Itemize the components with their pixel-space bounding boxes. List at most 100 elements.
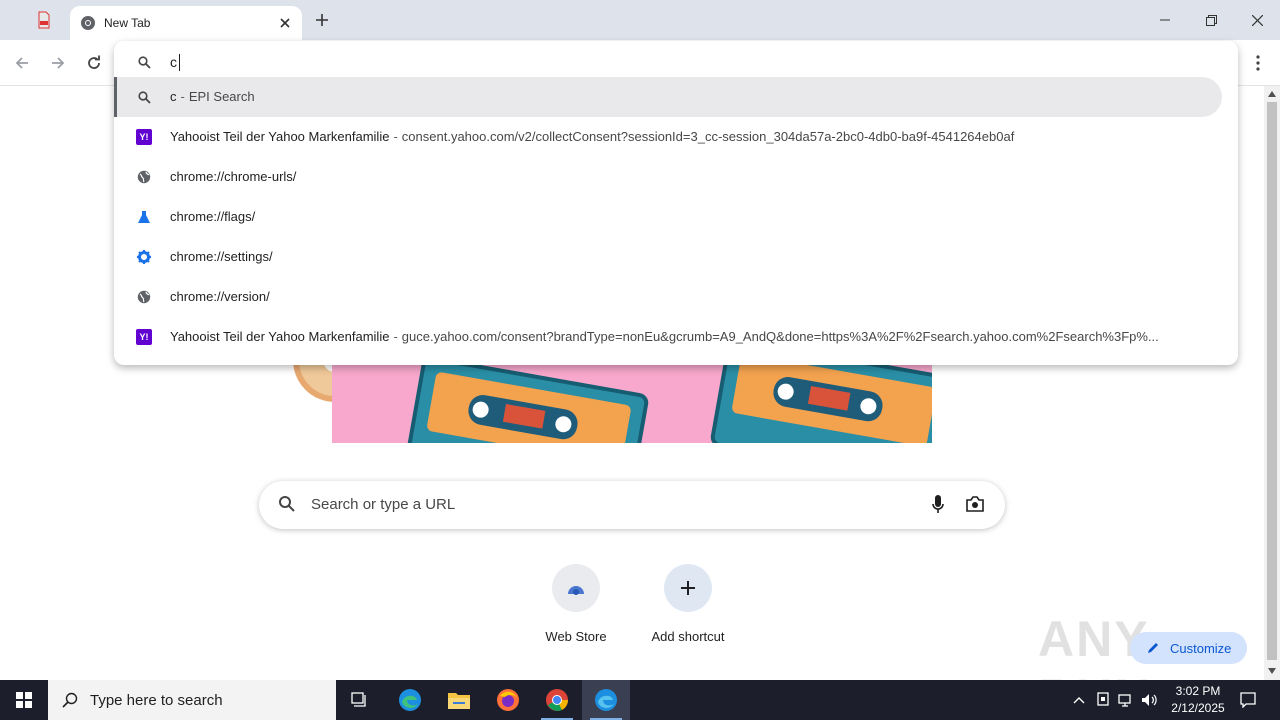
gear-icon [136, 249, 152, 265]
suggestion-separator: - [180, 89, 185, 104]
cassette-left [404, 364, 650, 443]
task-view-button[interactable] [336, 680, 384, 720]
tray-device[interactable] [1092, 680, 1114, 720]
search-icon [138, 56, 151, 69]
suggestion-separator: - [393, 329, 398, 344]
suggestion-title: Yahooist Teil der Yahoo Markenfamilie [170, 329, 390, 344]
webstore-icon [552, 564, 600, 612]
suggestion-detail: guce.yahoo.com/consent?brandType=nonEu&g… [401, 329, 1159, 344]
restore-icon [1205, 14, 1217, 26]
suggestion-detail: consent.yahoo.com/v2/collectConsent?sess… [401, 129, 1015, 144]
close-icon [1251, 14, 1263, 26]
chrome-icon [81, 16, 95, 30]
taskbar-edge[interactable] [386, 680, 434, 720]
reload-button[interactable] [81, 50, 107, 76]
windows-taskbar: Type here to search 3:02 PM 2/12/2025 [0, 680, 1280, 720]
chrome-icon [546, 689, 569, 711]
omnibox-suggestion[interactable]: c - EPI Search [114, 77, 1222, 117]
taskbar-clock[interactable]: 3:02 PM 2/12/2025 [1162, 683, 1234, 717]
tab-strip: New Tab [0, 0, 1280, 40]
flask-icon [136, 209, 152, 225]
tab-pdf[interactable] [28, 8, 60, 32]
doodle-image[interactable] [332, 364, 932, 443]
menu-button[interactable] [1245, 50, 1271, 76]
arrow-left-icon [15, 57, 28, 69]
search-icon [62, 692, 78, 708]
start-button[interactable] [0, 680, 48, 720]
shortcut-add[interactable]: Add shortcut [640, 564, 736, 644]
ntp-search-placeholder: Search or type a URL [311, 496, 456, 513]
camera-icon[interactable] [966, 496, 984, 512]
pencil-icon [1148, 643, 1158, 653]
close-window-button[interactable] [1234, 0, 1280, 40]
yahoo-icon: Y! [136, 129, 152, 145]
suggestion-title: chrome://version/ [170, 289, 270, 304]
microphone-icon[interactable] [932, 495, 944, 515]
folder-icon [448, 693, 470, 709]
suggestion-text: c - EPI Search [170, 89, 255, 104]
taskbar-edge-active[interactable] [582, 680, 630, 720]
chevron-up-icon [1073, 697, 1085, 704]
notification-icon [1240, 692, 1256, 708]
edge-icon [399, 689, 421, 711]
cassette-right [709, 364, 932, 443]
taskbar-chrome[interactable] [533, 680, 581, 720]
back-button[interactable] [9, 50, 35, 76]
omnibox-suggestion[interactable]: Y! Yahooist Teil der Yahoo Markenfamilie -… [114, 117, 1238, 157]
tray-volume[interactable] [1139, 680, 1161, 720]
ntp-search-box[interactable]: Search or type a URL [259, 481, 1005, 529]
suggestion-title: chrome://settings/ [170, 249, 273, 264]
page-scrollbar[interactable] [1264, 86, 1280, 680]
tab-new-tab[interactable]: New Tab [70, 6, 302, 40]
task-view-icon [351, 692, 366, 707]
suggestion-text: Yahooist Teil der Yahoo Markenfamilie - co… [170, 129, 1014, 144]
notifications-button[interactable] [1234, 680, 1262, 720]
show-hidden-icons[interactable] [1068, 680, 1090, 720]
omnibox-suggestion[interactable]: chrome://chrome-urls/ [114, 157, 1238, 197]
plus-icon [664, 564, 712, 612]
suggestion-text: chrome://chrome-urls/ [170, 169, 296, 184]
restore-button[interactable] [1188, 0, 1234, 40]
suggestion-text: Yahooist Teil der Yahoo Markenfamilie - gu… [170, 329, 1159, 344]
text-caret [179, 54, 180, 71]
globe-icon [136, 289, 152, 305]
scroll-up-icon[interactable] [1268, 91, 1276, 97]
scroll-down-icon[interactable] [1268, 668, 1276, 674]
forward-button[interactable] [45, 50, 71, 76]
plus-icon [316, 14, 328, 26]
suggestion-title: c [170, 89, 177, 104]
scrollbar-thumb[interactable] [1267, 102, 1277, 660]
omnibox-suggestion[interactable]: chrome://settings/ [114, 237, 1238, 277]
omnibox-input-value: c [170, 54, 177, 70]
yahoo-icon: Y! [136, 329, 152, 345]
suggestion-separator: - [393, 129, 398, 144]
suggestion-text: chrome://flags/ [170, 209, 255, 224]
taskbar-firefox[interactable] [484, 680, 532, 720]
omnibox-suggestion[interactable]: Y! Yahooist Teil der Yahoo Markenfamilie -… [114, 317, 1238, 357]
tray-network[interactable] [1115, 680, 1137, 720]
taskbar-file-explorer[interactable] [435, 680, 483, 720]
taskbar-search-box[interactable]: Type here to search [48, 680, 336, 720]
close-icon [280, 18, 290, 28]
windows-logo-icon [16, 692, 32, 708]
suggestion-title: Yahooist Teil der Yahoo Markenfamilie [170, 129, 390, 144]
omnibox-suggestion[interactable]: chrome://flags/ [114, 197, 1238, 237]
new-tab-button[interactable] [308, 8, 336, 32]
omnibox-suggestion[interactable]: chrome://version/ [114, 277, 1238, 317]
firefox-icon [497, 689, 519, 711]
shortcut-label: Web Store [545, 629, 607, 644]
network-icon [1118, 694, 1131, 707]
shortcut-web-store[interactable]: Web Store [528, 564, 624, 644]
customize-button[interactable]: Customize [1130, 632, 1247, 664]
shortcut-label: Add shortcut [651, 629, 725, 644]
tab-close-button[interactable] [276, 14, 294, 32]
globe-icon [136, 169, 152, 185]
suggestion-text: chrome://settings/ [170, 249, 273, 264]
edge-icon [595, 689, 617, 711]
omnibox-dropdown: c c - EPI Search Y! Yahooist Teil der Yahoo … [114, 41, 1238, 365]
more-vert-icon [1256, 55, 1260, 71]
suggestion-title: chrome://chrome-urls/ [170, 169, 297, 184]
suggestion-title: chrome://flags/ [170, 209, 256, 224]
taskbar-search-placeholder: Type here to search [90, 691, 223, 709]
minimize-button[interactable] [1142, 0, 1188, 40]
